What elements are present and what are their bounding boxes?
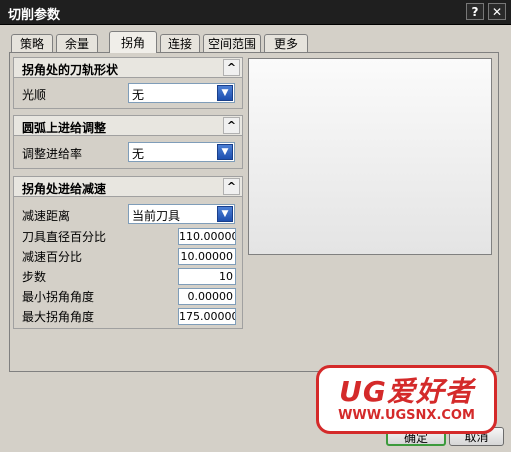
preview-pane	[248, 58, 492, 255]
slow-pct-input[interactable]: 10.00000	[178, 248, 236, 265]
watermark-url: WWW.UGSNX.COM	[338, 408, 475, 423]
steps-label: 步数	[22, 270, 47, 284]
section-corner-shape-header[interactable]: 拐角处的刀轨形状 ^	[13, 57, 243, 78]
section-corner-slowdown-header[interactable]: 拐角处进给减速 ^	[13, 176, 243, 197]
chevron-down-icon: ▼	[217, 206, 233, 222]
section-corner-shape-body: 光顺 无 ▼	[13, 78, 243, 109]
smooth-label: 光顺	[22, 88, 47, 102]
close-button[interactable]: ✕	[488, 3, 506, 20]
steps-input[interactable]: 10	[178, 268, 236, 285]
tab-corner[interactable]: 拐角	[109, 31, 157, 53]
slow-pct-label: 减速百分比	[22, 250, 83, 264]
tab-panel: 拐角处的刀轨形状 ^ 光顺 无 ▼ 圆弧上进给调整 ^ 调整进给率 无 ▼ 拐角…	[9, 52, 499, 372]
smooth-value: 无	[132, 88, 145, 102]
section-corner-slowdown-body: 减速距离 当前刀具 ▼ 刀具直径百分比 110.00000 减速百分比 10.0…	[13, 197, 243, 329]
section-title: 圆弧上进给调整	[22, 121, 107, 135]
slowdown-distance-value: 当前刀具	[132, 209, 181, 223]
tab-more[interactable]: 更多	[264, 34, 308, 52]
adjust-feed-select[interactable]: 无 ▼	[128, 142, 235, 162]
section-title: 拐角处的刀轨形状	[22, 63, 119, 77]
collapse-icon[interactable]: ^	[223, 59, 240, 76]
tab-strategy[interactable]: 策略	[11, 34, 53, 52]
section-arc-feed-body: 调整进给率 无 ▼	[13, 136, 243, 169]
min-angle-label: 最小拐角角度	[22, 290, 95, 304]
slowdown-distance-label: 减速距离	[22, 209, 71, 223]
smooth-select[interactable]: 无 ▼	[128, 83, 235, 103]
section-title: 拐角处进给减速	[22, 182, 107, 196]
tab-stock[interactable]: 余量	[56, 34, 98, 52]
adjust-feed-label: 调整进给率	[22, 147, 83, 161]
help-button[interactable]: ?	[466, 3, 484, 20]
chevron-down-icon: ▼	[217, 85, 233, 101]
watermark-title: UG爱好者	[339, 375, 474, 408]
collapse-icon[interactable]: ^	[223, 117, 240, 134]
max-angle-label: 最大拐角角度	[22, 310, 95, 324]
tool-dia-pct-label: 刀具直径百分比	[22, 230, 107, 244]
section-arc-feed-header[interactable]: 圆弧上进给调整 ^	[13, 115, 243, 136]
chevron-down-icon: ▼	[217, 144, 233, 160]
tab-connect[interactable]: 连接	[160, 34, 200, 52]
tab-space-range[interactable]: 空间范围	[203, 34, 261, 52]
slowdown-distance-select[interactable]: 当前刀具 ▼	[128, 204, 235, 224]
title-bar: 切削参数 ? ✕	[0, 0, 511, 25]
watermark-logo: UG爱好者 WWW.UGSNX.COM	[316, 365, 497, 434]
adjust-feed-value: 无	[132, 147, 145, 161]
tool-dia-pct-input[interactable]: 110.00000	[178, 228, 236, 245]
min-angle-input[interactable]: 0.00000	[178, 288, 236, 305]
max-angle-input[interactable]: 175.00000	[178, 308, 236, 325]
collapse-icon[interactable]: ^	[223, 178, 240, 195]
window-title: 切削参数	[8, 8, 61, 23]
